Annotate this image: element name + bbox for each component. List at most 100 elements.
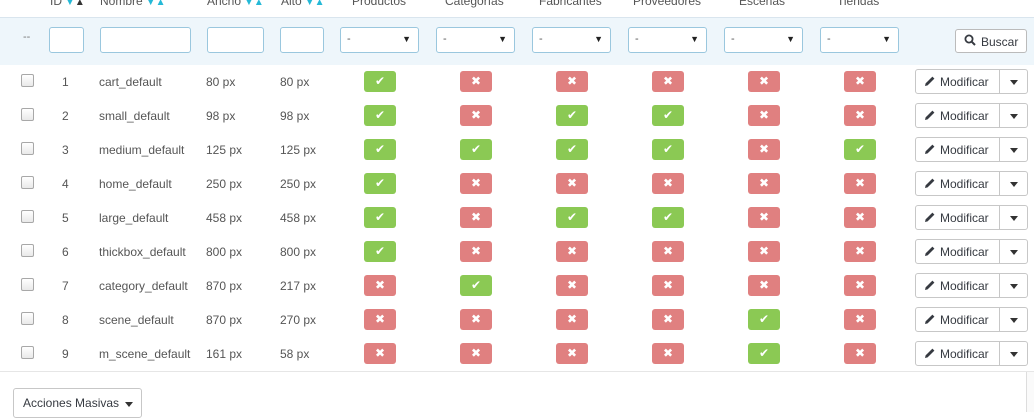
- cross-icon[interactable]: ✖: [460, 71, 492, 92]
- column-header-alto[interactable]: Alto ▼▲: [281, 0, 324, 8]
- filter-categorias-select[interactable]: - ▼: [436, 27, 515, 53]
- sort-arrows-icon[interactable]: ▼▲: [65, 0, 85, 8]
- scrollbar[interactable]: [1026, 372, 1034, 412]
- check-icon[interactable]: ✔: [748, 343, 780, 364]
- check-icon[interactable]: ✔: [652, 105, 684, 126]
- check-icon[interactable]: ✔: [460, 275, 492, 296]
- column-header-ancho[interactable]: Ancho ▼▲: [207, 0, 264, 8]
- check-icon[interactable]: ✔: [364, 71, 396, 92]
- column-header-id[interactable]: ID ▼▲: [50, 0, 85, 8]
- cross-icon[interactable]: ✖: [748, 71, 780, 92]
- cross-icon[interactable]: ✖: [748, 173, 780, 194]
- cross-icon[interactable]: ✖: [748, 207, 780, 228]
- edit-button[interactable]: Modificar: [915, 273, 1000, 298]
- edit-button[interactable]: Modificar: [915, 341, 1000, 366]
- row-checkbox[interactable]: [21, 142, 34, 155]
- cross-icon[interactable]: ✖: [460, 343, 492, 364]
- check-icon[interactable]: ✔: [844, 139, 876, 160]
- cross-icon[interactable]: ✖: [556, 241, 588, 262]
- cross-icon[interactable]: ✖: [748, 105, 780, 126]
- row-actions-dropdown-button[interactable]: [999, 69, 1028, 94]
- row-actions-dropdown-button[interactable]: [999, 205, 1028, 230]
- cross-icon[interactable]: ✖: [460, 309, 492, 330]
- check-icon[interactable]: ✔: [748, 309, 780, 330]
- filter-productos-select[interactable]: - ▼: [340, 27, 419, 53]
- sort-arrows-icon[interactable]: ▼▲: [244, 0, 264, 8]
- cross-icon[interactable]: ✖: [364, 309, 396, 330]
- cross-icon[interactable]: ✖: [460, 173, 492, 194]
- row-actions-dropdown-button[interactable]: [999, 341, 1028, 366]
- row-actions-dropdown-button[interactable]: [999, 137, 1028, 162]
- check-icon[interactable]: ✔: [364, 241, 396, 262]
- row-actions-dropdown-button[interactable]: [999, 307, 1028, 332]
- filter-escenas-select[interactable]: - ▼: [724, 27, 803, 53]
- row-checkbox[interactable]: [21, 346, 34, 359]
- cross-icon[interactable]: ✖: [844, 207, 876, 228]
- edit-button[interactable]: Modificar: [915, 103, 1000, 128]
- edit-button[interactable]: Modificar: [915, 137, 1000, 162]
- row-actions-dropdown-button[interactable]: [999, 273, 1028, 298]
- bulk-actions-button[interactable]: Acciones Masivas: [13, 388, 142, 418]
- cross-icon[interactable]: ✖: [844, 309, 876, 330]
- row-checkbox[interactable]: [21, 312, 34, 325]
- filter-alto-input[interactable]: [280, 27, 324, 53]
- cross-icon[interactable]: ✖: [364, 343, 396, 364]
- column-header-nombre[interactable]: Nombre ▼▲: [100, 0, 165, 8]
- row-checkbox[interactable]: [21, 278, 34, 291]
- cross-icon[interactable]: ✖: [844, 275, 876, 296]
- check-icon[interactable]: ✔: [652, 139, 684, 160]
- cross-icon[interactable]: ✖: [556, 173, 588, 194]
- cross-icon[interactable]: ✖: [364, 275, 396, 296]
- row-checkbox[interactable]: [21, 210, 34, 223]
- sort-arrows-icon[interactable]: ▼▲: [146, 0, 166, 8]
- filter-proveedores-select[interactable]: - ▼: [628, 27, 707, 53]
- row-checkbox[interactable]: [21, 244, 34, 257]
- row-actions-dropdown-button[interactable]: [999, 171, 1028, 196]
- filter-id-input[interactable]: [49, 27, 84, 53]
- check-icon[interactable]: ✔: [652, 207, 684, 228]
- cross-icon[interactable]: ✖: [748, 139, 780, 160]
- cross-icon[interactable]: ✖: [556, 275, 588, 296]
- check-icon[interactable]: ✔: [364, 139, 396, 160]
- cross-icon[interactable]: ✖: [460, 105, 492, 126]
- cross-icon[interactable]: ✖: [748, 275, 780, 296]
- check-icon[interactable]: ✔: [364, 207, 396, 228]
- check-icon[interactable]: ✔: [364, 105, 396, 126]
- search-button[interactable]: Buscar: [955, 29, 1027, 53]
- edit-button[interactable]: Modificar: [915, 307, 1000, 332]
- cross-icon[interactable]: ✖: [844, 105, 876, 126]
- filter-ancho-input[interactable]: [207, 27, 264, 53]
- edit-button[interactable]: Modificar: [915, 239, 1000, 264]
- edit-button[interactable]: Modificar: [915, 69, 1000, 94]
- cross-icon[interactable]: ✖: [460, 207, 492, 228]
- filter-fabricantes-select[interactable]: - ▼: [532, 27, 611, 53]
- cross-icon[interactable]: ✖: [748, 241, 780, 262]
- row-checkbox[interactable]: [21, 74, 34, 87]
- cross-icon[interactable]: ✖: [844, 241, 876, 262]
- check-icon[interactable]: ✔: [460, 139, 492, 160]
- cross-icon[interactable]: ✖: [556, 71, 588, 92]
- check-icon[interactable]: ✔: [364, 173, 396, 194]
- cross-icon[interactable]: ✖: [844, 71, 876, 92]
- cross-icon[interactable]: ✖: [556, 343, 588, 364]
- cross-icon[interactable]: ✖: [652, 173, 684, 194]
- sort-arrows-icon[interactable]: ▼▲: [305, 0, 325, 8]
- row-checkbox[interactable]: [21, 176, 34, 189]
- filter-tiendas-select[interactable]: - ▼: [820, 27, 899, 53]
- row-checkbox[interactable]: [21, 108, 34, 121]
- cross-icon[interactable]: ✖: [556, 309, 588, 330]
- edit-button[interactable]: Modificar: [915, 205, 1000, 230]
- edit-button[interactable]: Modificar: [915, 171, 1000, 196]
- cross-icon[interactable]: ✖: [652, 71, 684, 92]
- cross-icon[interactable]: ✖: [652, 275, 684, 296]
- cross-icon[interactable]: ✖: [652, 241, 684, 262]
- check-icon[interactable]: ✔: [556, 207, 588, 228]
- check-icon[interactable]: ✔: [556, 105, 588, 126]
- row-actions-dropdown-button[interactable]: [999, 103, 1028, 128]
- cross-icon[interactable]: ✖: [652, 343, 684, 364]
- check-icon[interactable]: ✔: [556, 139, 588, 160]
- row-actions-dropdown-button[interactable]: [999, 239, 1028, 264]
- cross-icon[interactable]: ✖: [652, 309, 684, 330]
- filter-nombre-input[interactable]: [100, 27, 191, 53]
- cross-icon[interactable]: ✖: [844, 343, 876, 364]
